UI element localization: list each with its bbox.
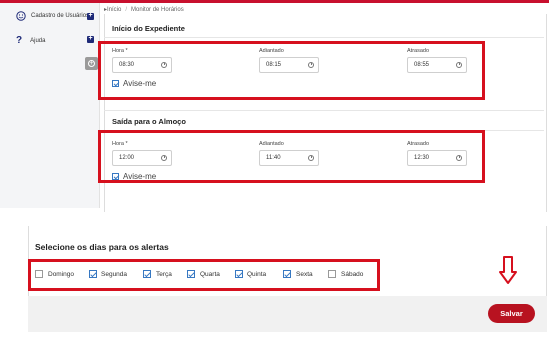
expand-plus-icon[interactable]: + [87, 12, 94, 20]
smiley-icon [16, 11, 26, 21]
divider [104, 37, 544, 38]
sidebar-item-label: Cadastro de Usuários [31, 13, 90, 19]
section-title-lunch: Saída para o Almoço [112, 117, 186, 126]
section-title-start: Início do Expediente [112, 24, 185, 33]
down-arrow-icon [499, 256, 517, 284]
highlight-box-lunch [98, 130, 485, 183]
expand-plus-icon[interactable]: + [87, 35, 94, 43]
breadcrumb: ▸Início / Monitor de Horários [104, 6, 184, 13]
breadcrumb-separator: / [125, 7, 128, 13]
save-button[interactable]: Salvar [488, 304, 535, 323]
question-icon: ? [16, 35, 23, 46]
breadcrumb-home[interactable]: Início [107, 7, 121, 13]
content-border-right [546, 14, 547, 212]
plus-circle-icon: + [88, 60, 95, 67]
collapse-sidebar-button[interactable]: + [85, 57, 98, 70]
sidebar: Cadastro de Usuários + ? Ajuda + + [0, 3, 100, 208]
highlight-box-days [28, 259, 380, 291]
sidebar-item-cadastro-usuarios[interactable]: Cadastro de Usuários [16, 11, 89, 21]
highlight-box-start [98, 41, 485, 100]
form-footer [28, 296, 547, 332]
divider [104, 110, 544, 111]
sidebar-item-ajuda[interactable]: ? Ajuda [16, 35, 45, 46]
breadcrumb-current: Monitor de Horários [131, 7, 184, 13]
days-title: Selecione os dias para os alertas [35, 242, 169, 252]
sidebar-item-label: Ajuda [30, 37, 46, 44]
